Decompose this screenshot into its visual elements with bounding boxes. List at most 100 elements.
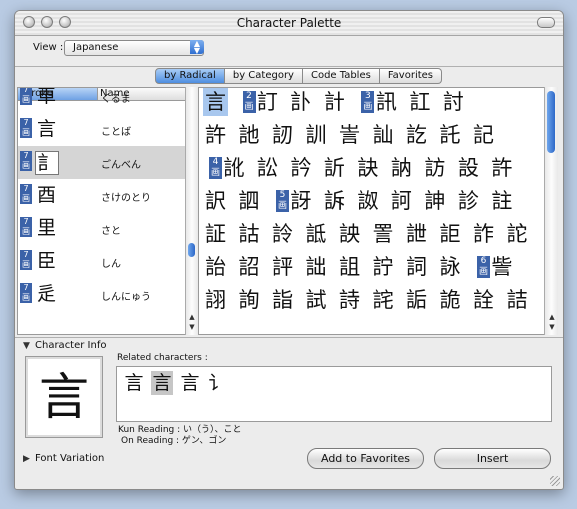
related-character[interactable]: 言: [179, 371, 201, 395]
character-cell[interactable]: 訥: [389, 154, 414, 182]
character-cell[interactable]: 訖: [404, 121, 429, 149]
character-cell[interactable]: 許: [203, 121, 228, 149]
character-cell[interactable]: 詁: [237, 220, 262, 248]
character-cell[interactable]: 訂: [255, 88, 280, 116]
character-cell[interactable]: 訶: [389, 187, 414, 215]
character-cell[interactable]: 訕: [371, 121, 396, 149]
tab-favorites[interactable]: Favorites: [379, 68, 442, 84]
character-cell[interactable]: 訵: [237, 187, 262, 215]
character-cell[interactable]: 訡: [288, 154, 313, 182]
character-grid-scroll-thumb[interactable]: [547, 91, 555, 153]
view-popup[interactable]: Japanese ▲ ▼: [64, 40, 204, 56]
character-cell[interactable]: 詇: [337, 220, 362, 248]
character-cell[interactable]: 詰: [505, 286, 530, 314]
disclosure-down-icon[interactable]: ▼: [23, 341, 30, 351]
character-cell[interactable]: 詈: [371, 220, 396, 248]
character-cell[interactable]: 訓: [304, 121, 329, 149]
title-bar[interactable]: Character Palette: [15, 11, 563, 36]
character-cell[interactable]: 訛: [221, 154, 246, 182]
character-cell[interactable]: 訟: [255, 154, 280, 182]
related-characters-box[interactable]: 言言言讠: [116, 366, 552, 422]
character-cell[interactable]: 詝: [371, 253, 396, 281]
character-cell[interactable]: 評: [270, 253, 295, 281]
resize-grip-icon[interactable]: [550, 476, 560, 486]
character-cell[interactable]: 詑: [505, 220, 530, 248]
character-cell[interactable]: 詫: [371, 286, 396, 314]
character-cell[interactable]: 詍: [404, 220, 429, 248]
character-cell[interactable]: 詞: [404, 253, 429, 281]
list-item[interactable]: 7画車 くるま: [18, 88, 186, 113]
radical-list-scrollbar[interactable]: ▲ ▼: [185, 87, 198, 335]
character-cell[interactable]: 言: [203, 88, 228, 116]
character-cell[interactable]: 訢: [322, 154, 347, 182]
scroll-down-icon[interactable]: ▼: [187, 323, 197, 333]
list-item[interactable]: 7画里 さと: [18, 212, 186, 245]
character-cell[interactable]: 詣: [270, 286, 295, 314]
radical-list-scroll-thumb[interactable]: [188, 243, 195, 257]
list-item[interactable]: 7画言 ことば: [18, 113, 186, 146]
character-cell[interactable]: 訃: [288, 88, 313, 116]
character-cell[interactable]: 詩: [337, 286, 362, 314]
radical-glyph: 訁: [35, 151, 59, 175]
character-cell[interactable]: 註: [489, 187, 514, 215]
character-cell[interactable]: 訊: [374, 88, 399, 116]
add-to-favorites-button[interactable]: Add to Favorites: [307, 448, 424, 469]
scroll-up-icon[interactable]: ▲: [547, 313, 557, 323]
character-cell[interactable]: 訒: [270, 121, 295, 149]
character-cell[interactable]: 訔: [337, 121, 362, 149]
character-cell[interactable]: 証: [203, 220, 228, 248]
tab-code-tables[interactable]: Code Tables: [302, 68, 380, 84]
related-character[interactable]: 讠: [207, 371, 229, 395]
character-cell[interactable]: 訝: [288, 187, 313, 215]
character-cell[interactable]: 詘: [304, 253, 329, 281]
character-cell[interactable]: 訌: [407, 88, 432, 116]
character-cell[interactable]: 詔: [237, 253, 262, 281]
character-cell[interactable]: 詬: [404, 286, 429, 314]
character-cell[interactable]: 計: [322, 88, 347, 116]
character-cell[interactable]: 設: [456, 154, 481, 182]
character-cell[interactable]: 詛: [337, 253, 362, 281]
character-cell[interactable]: 詭: [438, 286, 463, 314]
tab-by-radical[interactable]: by Radical: [155, 68, 225, 84]
list-item[interactable]: 7画訁 ごんべん: [18, 146, 186, 179]
radical-list[interactable]: Stroke Name 7画車くるま 7画言ことば 7画訁ごんべん 7画酉さけのとり 7…: [17, 87, 187, 335]
character-cell[interactable]: 詮: [471, 286, 496, 314]
character-cell[interactable]: 詒: [203, 253, 228, 281]
character-cell[interactable]: 詠: [438, 253, 463, 281]
character-cell[interactable]: 記: [471, 121, 496, 149]
character-grid-scrollbar[interactable]: ▲ ▼: [544, 87, 558, 335]
insert-button[interactable]: Insert: [434, 448, 551, 469]
radical-glyph: 辵: [37, 283, 57, 305]
character-cell[interactable]: 詎: [438, 220, 463, 248]
list-item[interactable]: 7画臣 しん: [18, 245, 186, 278]
character-cell[interactable]: 詆: [304, 220, 329, 248]
character-cell[interactable]: 訣: [355, 154, 380, 182]
character-cell[interactable]: 訪: [422, 154, 447, 182]
related-character[interactable]: 言: [151, 371, 173, 395]
character-cell[interactable]: 許: [489, 154, 514, 182]
disclosure-right-icon[interactable]: ▶: [23, 454, 30, 464]
scroll-up-icon[interactable]: ▲: [187, 313, 197, 323]
character-cell[interactable]: 訾: [489, 253, 514, 281]
list-item[interactable]: 7画辵 しんにゅう: [18, 278, 186, 311]
character-cell[interactable]: 詡: [203, 286, 228, 314]
character-cell[interactable]: 訑: [237, 121, 262, 149]
character-grid[interactable]: 言 2画訂訃計 3画訊訌討許訑訒訓訔訕訖託記 4画訛訟訡訢訣訥訪設許訳訵 5画訝訴詉訶訷…: [198, 87, 546, 335]
character-cell[interactable]: 討: [441, 88, 466, 116]
character-cell[interactable]: 訳: [203, 187, 228, 215]
toolbar-toggle-button[interactable]: [537, 17, 555, 28]
character-cell[interactable]: 試: [304, 286, 329, 314]
character-cell[interactable]: 託: [438, 121, 463, 149]
scroll-down-icon[interactable]: ▼: [547, 323, 557, 333]
character-cell[interactable]: 詅: [270, 220, 295, 248]
tab-by-category[interactable]: by Category: [224, 68, 303, 84]
list-item[interactable]: 7画酉 さけのとり: [18, 179, 186, 212]
character-cell[interactable]: 診: [456, 187, 481, 215]
related-character[interactable]: 言: [123, 371, 145, 395]
character-cell[interactable]: 詐: [471, 220, 496, 248]
character-cell[interactable]: 訷: [422, 187, 447, 215]
character-cell[interactable]: 訴: [322, 187, 347, 215]
character-cell[interactable]: 詉: [355, 187, 380, 215]
selected-character-preview[interactable]: 言: [25, 356, 103, 438]
character-cell[interactable]: 詢: [237, 286, 262, 314]
